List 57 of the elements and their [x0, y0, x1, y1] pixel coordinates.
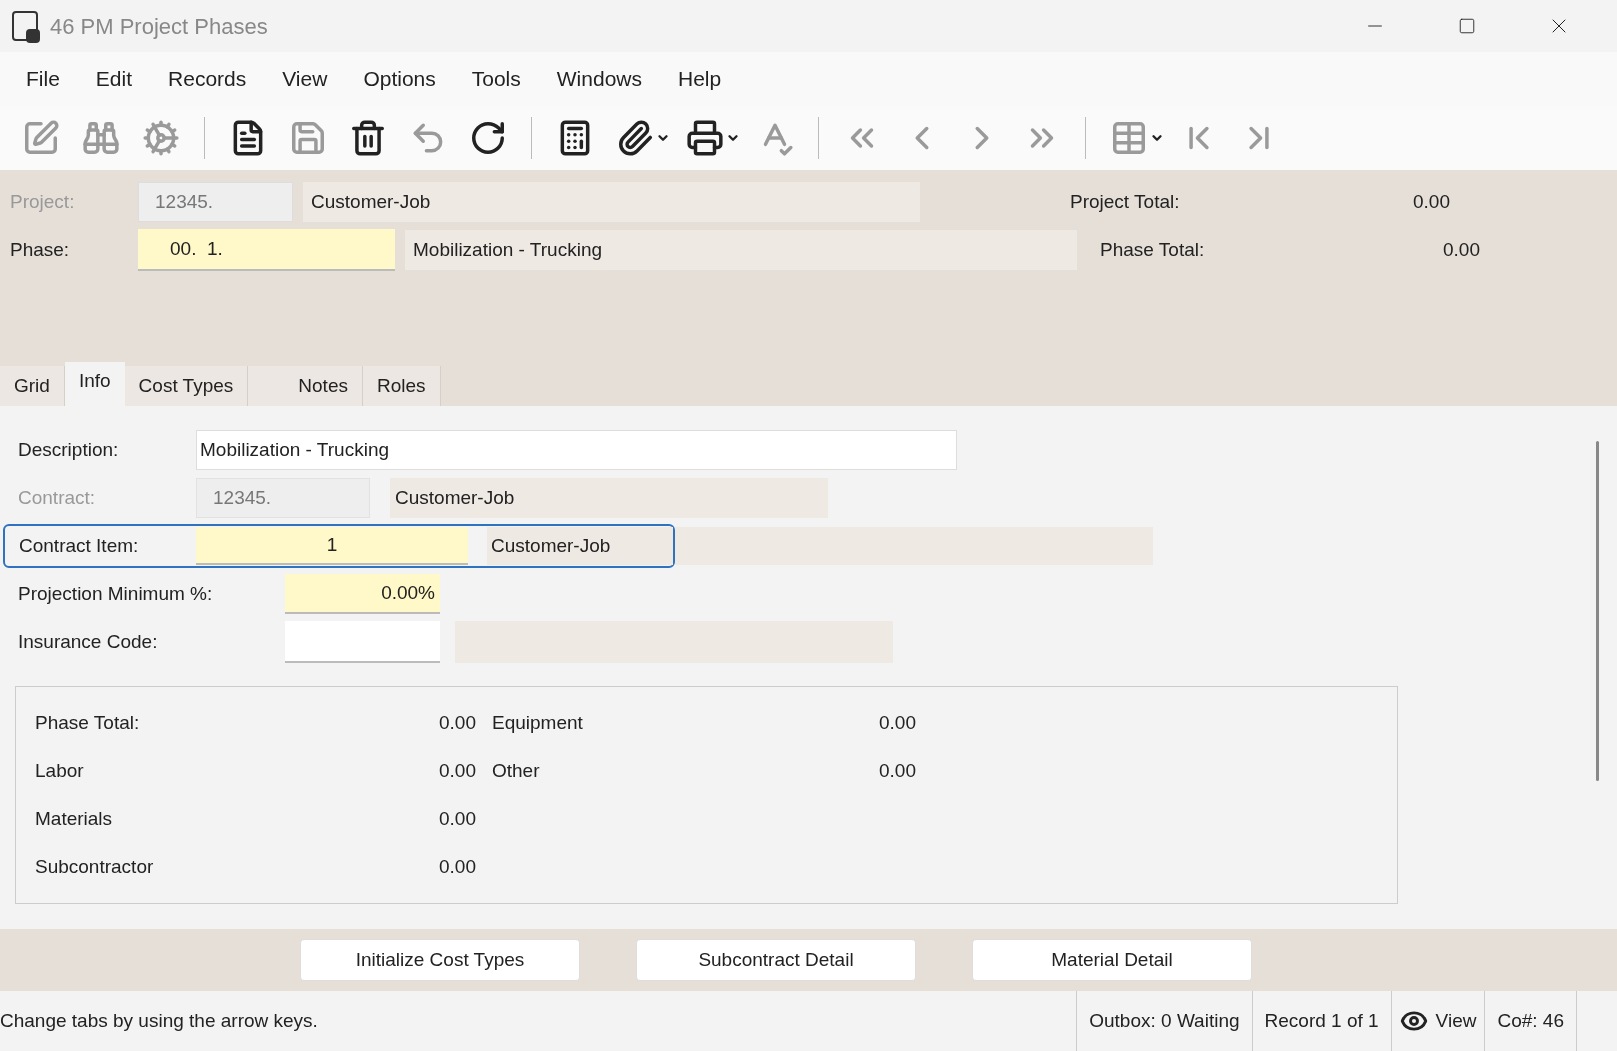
scrollbar-thumb[interactable]	[1595, 441, 1599, 781]
total-label: Materials	[35, 806, 114, 831]
total-label: Labor	[35, 758, 85, 783]
menu-item[interactable]: Windows	[538, 63, 660, 95]
field-label: Contract:	[17, 485, 97, 510]
action-button[interactable]: Subcontract Detail	[636, 939, 916, 981]
outbox-status: Outbox: 0 Waiting	[1076, 991, 1252, 1051]
total-label: Subcontractor	[35, 854, 155, 879]
record-status: Record 1 of 1	[1251, 991, 1391, 1051]
tab[interactable]: Roles	[362, 366, 441, 406]
tab[interactable]: Grid	[0, 366, 65, 406]
company-status: Co#: 46	[1484, 991, 1577, 1051]
field-label: Insurance Code:	[17, 629, 159, 654]
field-label: Project:	[9, 189, 76, 214]
total-value: 0.00	[438, 710, 476, 735]
window-title: 46 PM Project Phases	[50, 12, 268, 41]
field-label: Phase Total:	[1100, 237, 1206, 262]
mode-status: View	[1435, 1008, 1477, 1033]
phase-name-field: Mobilization - Trucking	[405, 230, 1077, 270]
insurance-code-field[interactable]	[285, 621, 440, 663]
status-message: Change tabs by using the arrow keys.	[0, 1008, 319, 1033]
total-value: 0.00	[878, 758, 916, 783]
total-value: 0.00	[438, 854, 476, 879]
projection-minimum-field[interactable]: 0.00%	[285, 574, 440, 614]
menu-item[interactable]: File	[8, 63, 78, 95]
menu-item[interactable]: Options	[345, 63, 454, 95]
field-label: Project Total:	[1070, 189, 1181, 214]
contract-name-field: Customer-Job	[390, 478, 828, 518]
menu-item[interactable]: View	[264, 63, 346, 95]
total-label: Equipment	[492, 710, 584, 735]
field-label: Description:	[17, 437, 120, 462]
field-label: Projection Minimum %:	[17, 581, 214, 606]
total-value: 0.00	[1412, 189, 1450, 214]
total-label: Other	[492, 758, 541, 783]
action-button[interactable]: Initialize Cost Types	[300, 939, 580, 981]
menu-item[interactable]: Records	[150, 63, 265, 95]
menu-item[interactable]: Help	[660, 63, 740, 95]
total-value: 0.00	[1442, 237, 1480, 262]
tab[interactable]: Notes	[248, 366, 363, 406]
menu-item[interactable]: Edit	[77, 63, 151, 95]
menu-item[interactable]: Tools	[453, 63, 539, 95]
tab[interactable]: Cost Types	[124, 366, 249, 406]
project-name-field: Customer-Job	[303, 182, 920, 222]
maximize-icon[interactable]	[1458, 17, 1476, 35]
action-button[interactable]: Material Detail	[972, 939, 1252, 981]
tab[interactable]: Info	[64, 362, 125, 406]
contract-item-field[interactable]: 1	[196, 527, 468, 565]
total-label: Phase Total:	[35, 710, 141, 735]
description-field[interactable]: Mobilization - Trucking	[196, 430, 957, 470]
total-value: 0.00	[878, 710, 916, 735]
field-label: Contract Item:	[18, 533, 140, 558]
total-value: 0.00	[438, 806, 476, 831]
total-value: 0.00	[438, 758, 476, 783]
field-label: Phase:	[9, 237, 71, 262]
contract-item-name-field: Customer-Job	[487, 527, 673, 565]
phase-code-field[interactable]: 00. 1.	[138, 229, 395, 271]
app-icon	[12, 11, 38, 41]
